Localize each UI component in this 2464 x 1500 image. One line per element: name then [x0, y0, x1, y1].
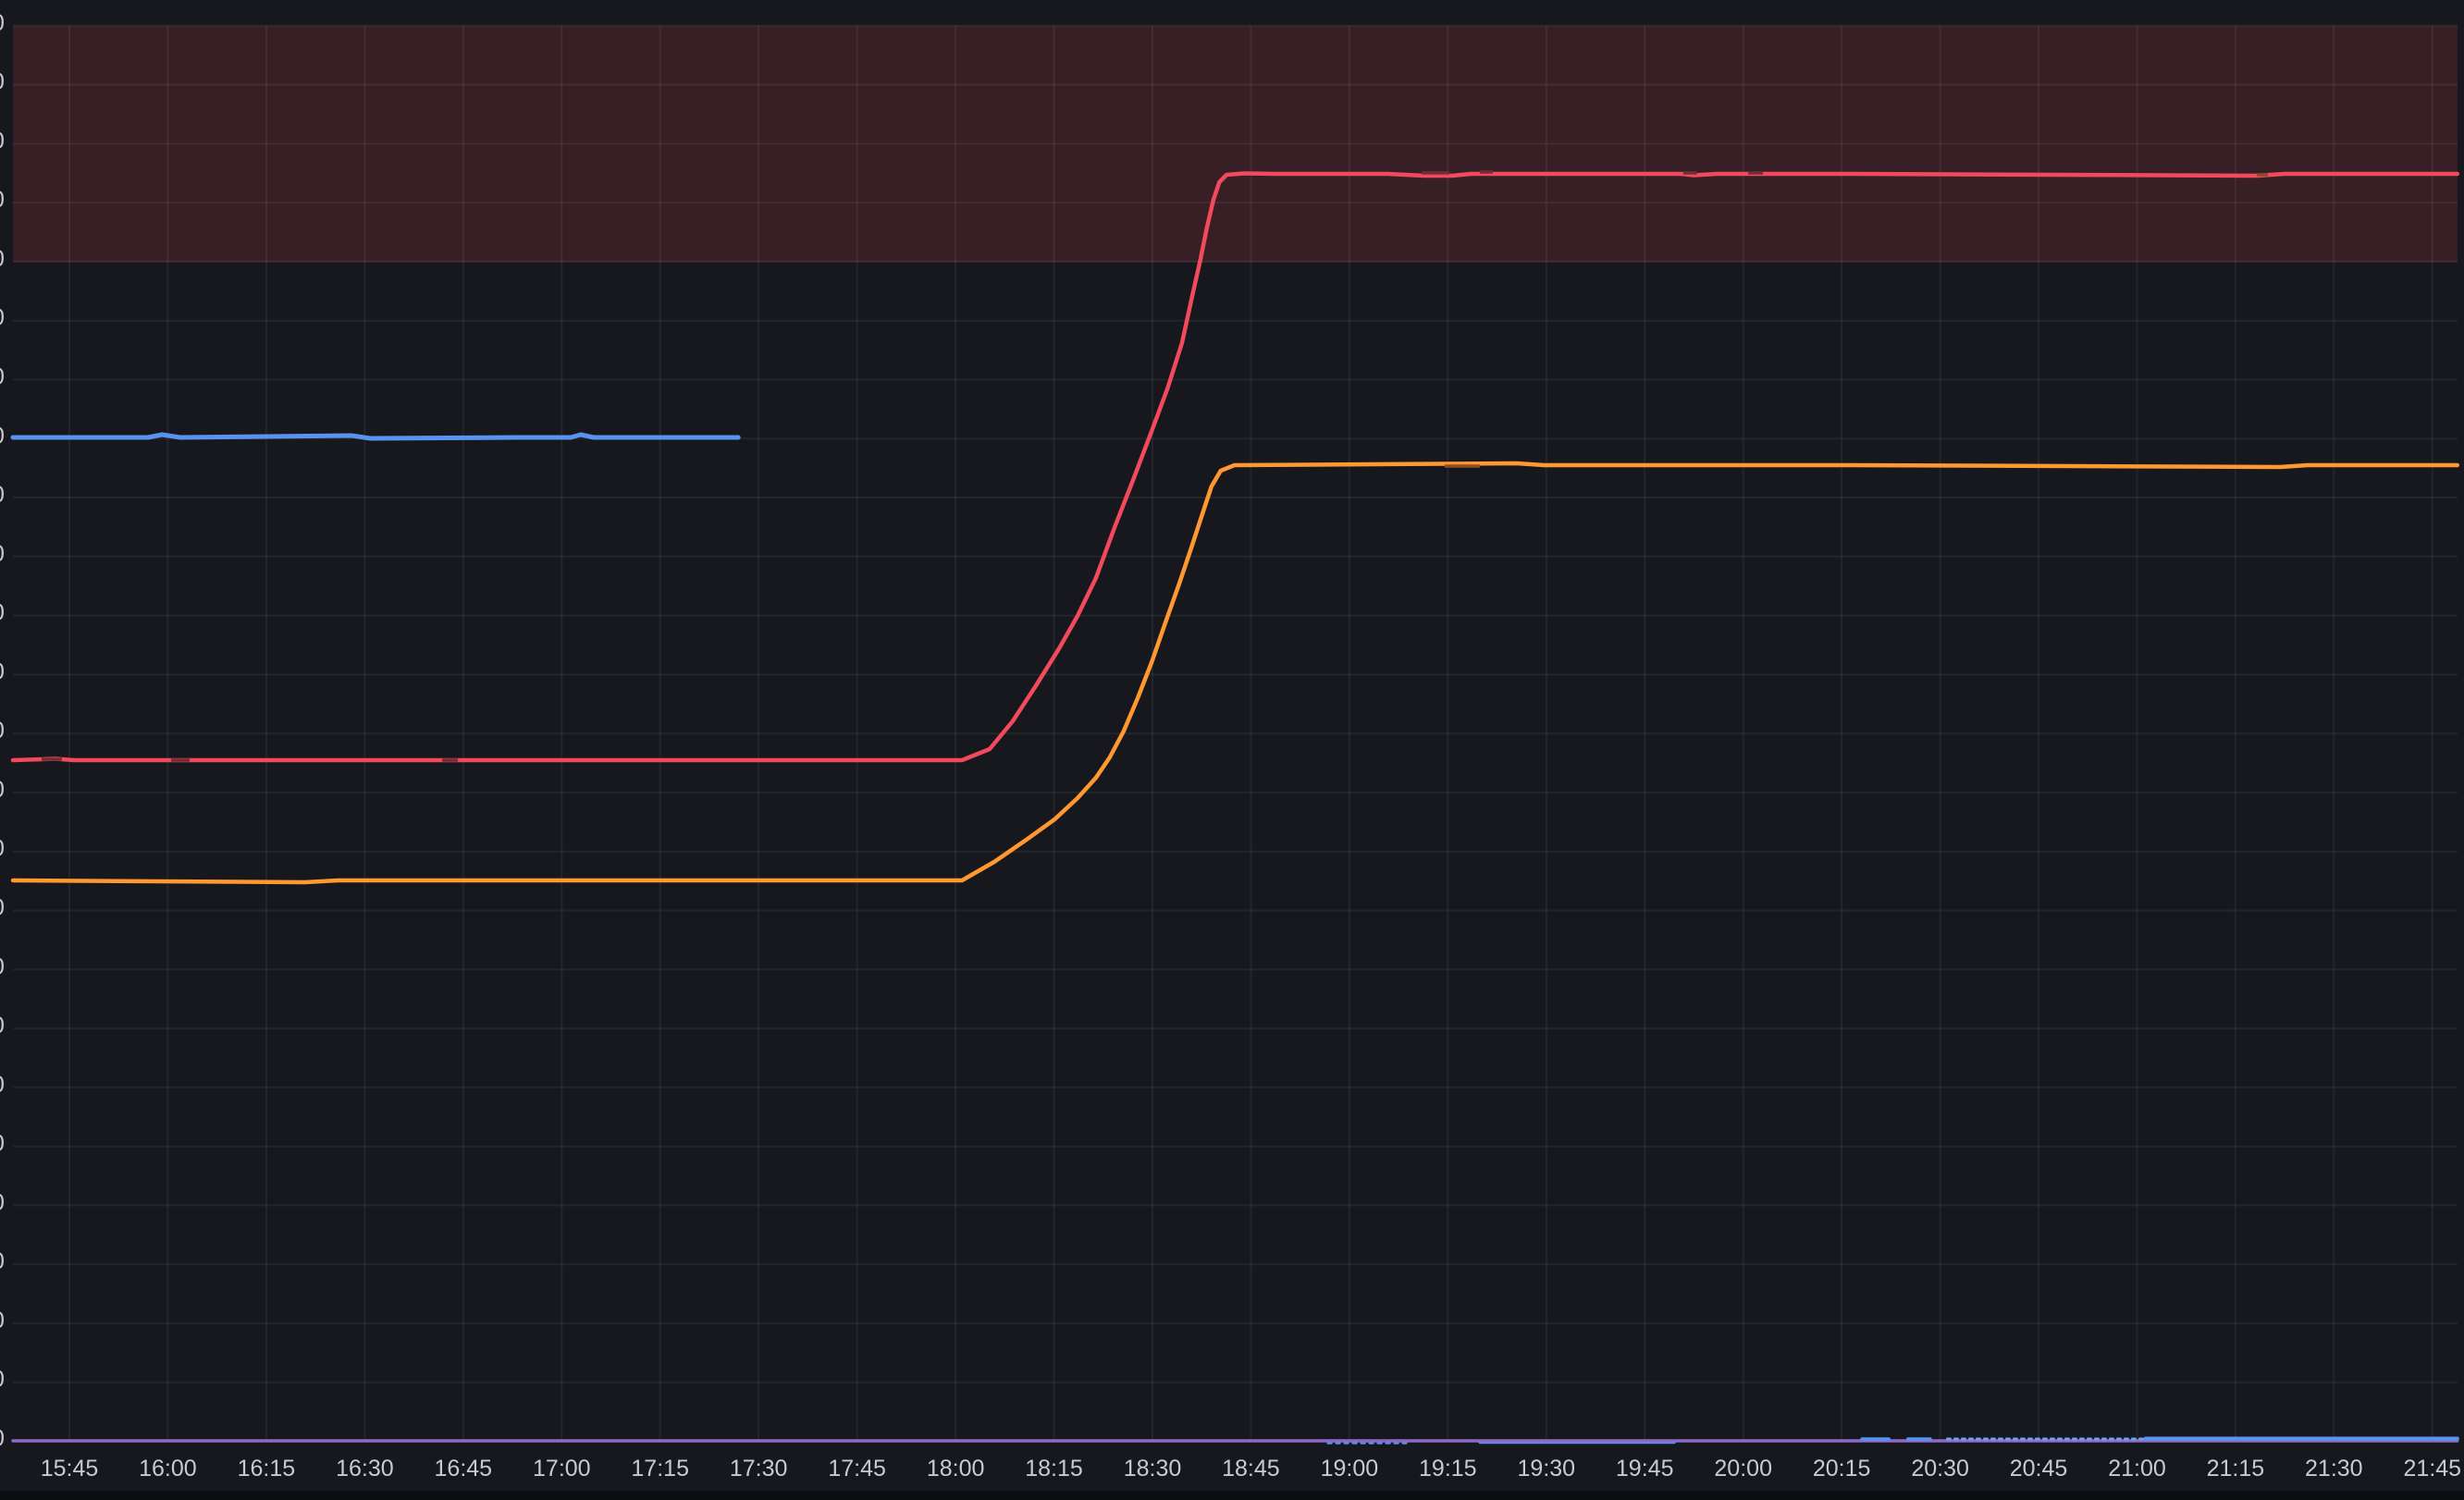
- y-tick-label-clipped: 0: [0, 600, 5, 626]
- y-tick-label-clipped: 0: [0, 187, 5, 213]
- y-tick-label-clipped: 0: [0, 1013, 5, 1039]
- x-tick-label: 17:00: [533, 1456, 591, 1482]
- x-tick-label: 17:15: [631, 1456, 689, 1482]
- y-tick-label-clipped: 0: [0, 10, 5, 36]
- timeseries-panel[interactable]: 15:45 16:00 16:15 16:30 16:45 17:00 17:15 17:30…: [0, 0, 2464, 1500]
- y-tick-label-clipped: 0: [0, 658, 5, 684]
- y-tick-label-clipped: 0: [0, 364, 5, 390]
- y-tick-label-clipped: 0: [0, 1131, 5, 1157]
- y-tick-label-clipped: 0: [0, 895, 5, 921]
- y-tick-label-clipped: 0: [0, 1367, 5, 1393]
- x-tick-label: 15:45: [41, 1456, 99, 1482]
- x-tick-label: 18:00: [927, 1456, 985, 1482]
- y-tick-label-clipped: 0: [0, 1072, 5, 1098]
- y-tick-label-clipped: 0: [0, 69, 5, 95]
- x-tick-label: 18:15: [1025, 1456, 1083, 1482]
- x-tick-label: 16:30: [336, 1456, 394, 1482]
- y-tick-label-clipped: 0: [0, 836, 5, 862]
- x-tick-label: 20:15: [1813, 1456, 1871, 1482]
- y-tick-label-clipped: 0: [0, 953, 5, 979]
- y-tick-label-clipped: 0: [0, 423, 5, 449]
- bottom-edge-strip: [0, 1491, 2464, 1500]
- x-tick-label: 19:30: [1518, 1456, 1576, 1482]
- y-tick-label-clipped: 0: [0, 1426, 5, 1452]
- x-tick-label: 21:15: [2207, 1456, 2265, 1482]
- x-tick-label: 17:30: [730, 1456, 788, 1482]
- y-tick-label-clipped: 0: [0, 777, 5, 803]
- y-tick-label-clipped: 0: [0, 1189, 5, 1215]
- x-tick-label: 21:00: [2108, 1456, 2166, 1482]
- y-tick-label-clipped: 0: [0, 541, 5, 567]
- x-tick-label: 20:45: [2010, 1456, 2068, 1482]
- x-tick-label: 19:45: [1616, 1456, 1674, 1482]
- y-tick-label-clipped: 0: [0, 482, 5, 508]
- x-tick-label: 21:45: [2404, 1456, 2462, 1482]
- x-tick-label: 16:45: [435, 1456, 493, 1482]
- y-tick-label-clipped: 0: [0, 246, 5, 272]
- y-tick-label-clipped: 0: [0, 305, 5, 331]
- x-tick-label: 20:30: [1911, 1456, 1969, 1482]
- chart-canvas[interactable]: 15:45 16:00 16:15 16:30 16:45 17:00 17:15 17:30…: [0, 0, 2464, 1500]
- x-tick-label: 18:45: [1222, 1456, 1280, 1482]
- y-tick-label-clipped: 0: [0, 1248, 5, 1274]
- timeseries-chart[interactable]: 15:45 16:00 16:15 16:30 16:45 17:00 17:15 17:30…: [0, 0, 2464, 1500]
- x-tick-label: 19:15: [1419, 1456, 1477, 1482]
- x-tick-label: 18:30: [1124, 1456, 1182, 1482]
- y-tick-label-clipped: 0: [0, 718, 5, 744]
- x-tick-label: 20:00: [1714, 1456, 1772, 1482]
- y-tick-label-clipped: 0: [0, 1308, 5, 1334]
- x-tick-label: 21:30: [2305, 1456, 2363, 1482]
- x-tick-label: 16:15: [238, 1456, 296, 1482]
- x-tick-label: 16:00: [139, 1456, 197, 1482]
- y-tick-label-clipped: 0: [0, 128, 5, 154]
- x-tick-label: 19:00: [1321, 1456, 1379, 1482]
- x-tick-label: 17:45: [828, 1456, 886, 1482]
